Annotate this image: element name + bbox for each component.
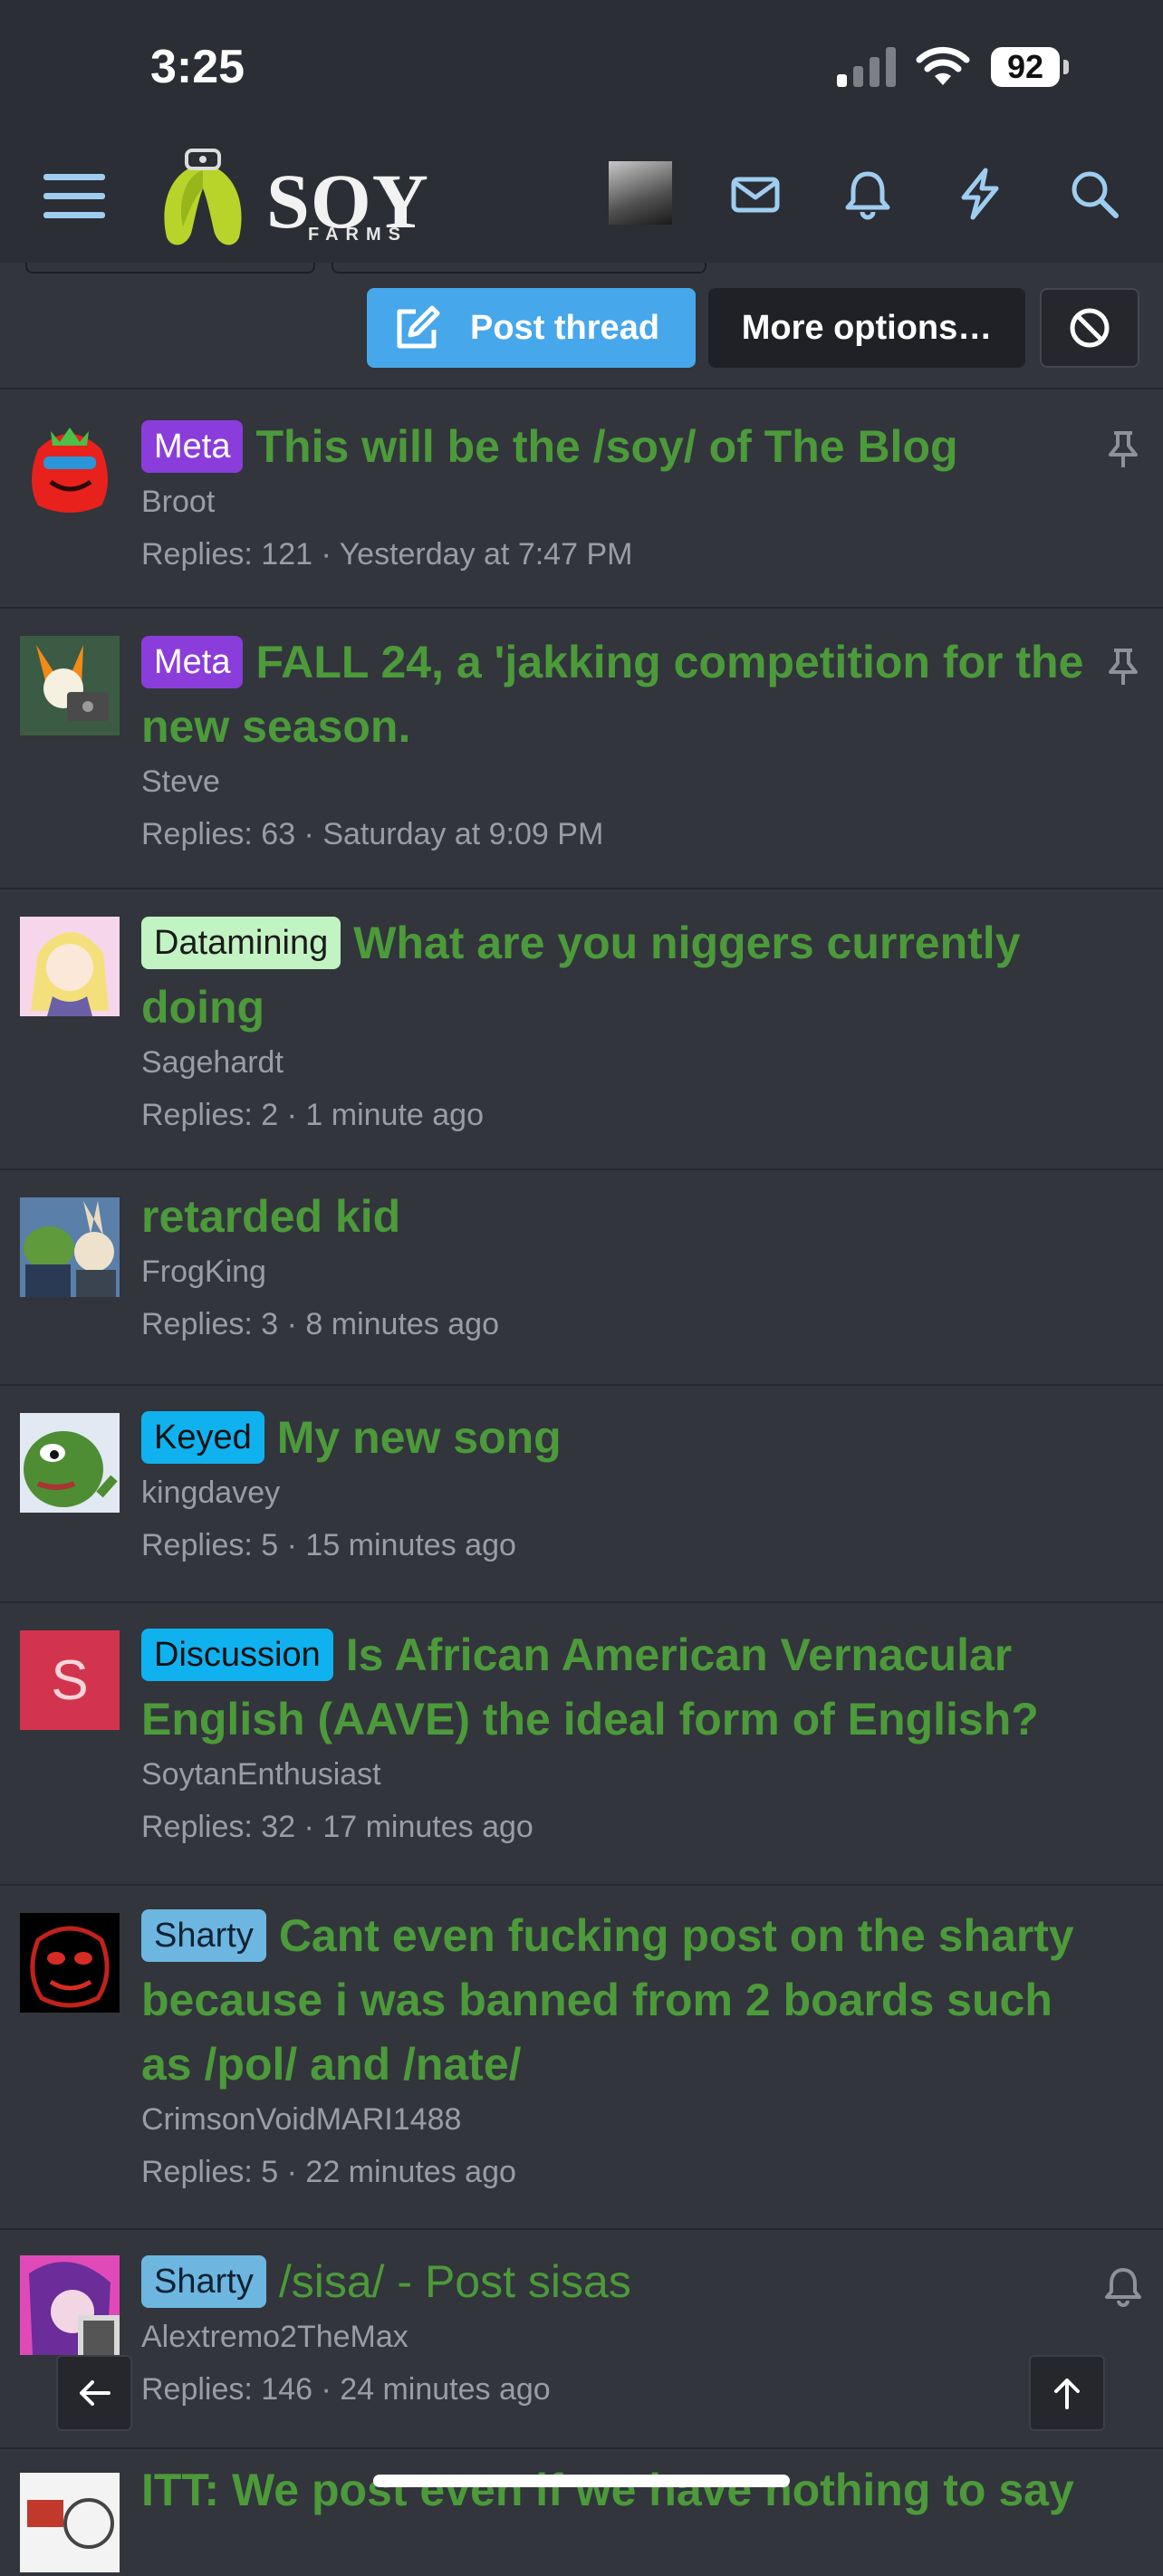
thread-meta: Replies: 5 · 15 minutes ago: [141, 1528, 516, 1562]
arrow-up-icon: [1054, 2379, 1080, 2409]
soy-bean-logo-icon: [164, 149, 242, 245]
thread-title-text[interactable]: This will be the /soy/ of The Blog: [255, 421, 957, 472]
thread-item[interactable]: Datamining What are you niggers currently…: [0, 889, 1163, 1170]
back-button[interactable]: [56, 2355, 132, 2431]
battery-indicator: 92: [991, 47, 1069, 87]
status-time: 3:25: [150, 41, 245, 93]
prefix-sharty[interactable]: Sharty: [141, 1909, 266, 1962]
hamburger-menu-icon[interactable]: [43, 168, 105, 223]
thread-author[interactable]: CrimsonVoidMARI1488: [141, 2097, 1109, 2142]
thread-author[interactable]: Steve: [141, 759, 1109, 804]
prefix-discussion[interactable]: Discussion: [141, 1629, 333, 1681]
thread-item[interactable]: Meta This will be the /soy/ of The Blog B…: [0, 391, 1163, 609]
sticky-pin-icon: [1109, 649, 1138, 685]
site-logo[interactable]: SOY FARMS: [149, 143, 428, 255]
thread-list: Meta This will be the /soy/ of The Blog B…: [0, 391, 1163, 2576]
cartoon-avatar-icon[interactable]: [20, 636, 120, 735]
thread-title-text[interactable]: Cant even fucking post on the sharty bec…: [141, 1910, 1074, 2090]
filter-button-edge[interactable]: [25, 263, 315, 274]
anime-purple-avatar-icon[interactable]: [20, 2255, 120, 2355]
more-options-button[interactable]: More options…: [708, 288, 1025, 368]
thread-title-text[interactable]: retarded kid: [141, 1191, 400, 1242]
thread-item[interactable]: retarded kid FrogKing Replies: 3 · 8 min…: [0, 1170, 1163, 1386]
scroll-top-button[interactable]: [1029, 2355, 1105, 2431]
thread-title[interactable]: Discussion Is African American Vernacular…: [141, 1623, 1109, 1752]
toolbar-divider: [0, 388, 1163, 389]
post-thread-button[interactable]: Post thread: [367, 288, 696, 368]
site-header: SOY FARMS: [0, 136, 1163, 263]
ignore-button[interactable]: [1040, 288, 1139, 368]
thread-item[interactable]: Keyed My new song kingdavey Replies: 5 · …: [0, 1386, 1163, 1603]
thread-meta: Replies: 63 · Saturday at 9:09 PM: [141, 817, 604, 851]
thread-item[interactable]: Meta FALL 24, a 'jakking competition for …: [0, 609, 1163, 889]
user-avatar[interactable]: [609, 161, 672, 225]
thread-item[interactable]: S Discussion Is African American Vernacul…: [0, 1603, 1163, 1886]
arrow-left-icon: [80, 2380, 111, 2406]
prefix-keyed[interactable]: Keyed: [141, 1411, 264, 1464]
more-options-label: More options…: [741, 308, 993, 347]
thread-title[interactable]: ITT: We post even if we have nothing to …: [141, 2458, 1109, 2523]
compose-pencil-icon: [397, 305, 440, 349]
thread-title[interactable]: Sharty/sisa/ - Post sisas: [141, 2250, 1109, 2314]
battery-nub: [1063, 60, 1069, 74]
letter-avatar[interactable]: S: [20, 1630, 120, 1730]
thread-title[interactable]: Meta FALL 24, a 'jakking competition for …: [141, 630, 1109, 759]
thread-author[interactable]: kingdavey: [141, 1470, 1109, 1515]
comic-avatar-icon[interactable]: [20, 2473, 120, 2572]
thread-list-toolbar: Post thread More options…: [0, 263, 1163, 389]
thread-meta: Replies: 5 · 22 minutes ago: [141, 2155, 516, 2189]
whats-new-bolt-icon[interactable]: [953, 167, 1007, 221]
thread-meta: Replies: 146 · 24 minutes ago: [141, 2372, 551, 2407]
thread-meta: Replies: 32 · 17 minutes ago: [141, 1810, 533, 1844]
wifi-icon: [916, 46, 970, 85]
dark-red-avatar-icon[interactable]: [20, 1913, 120, 2013]
thread-meta: Replies: 121 · Yesterday at 7:47 PM: [141, 537, 633, 572]
sticky-pin-icon: [1109, 431, 1138, 467]
watched-bell-icon: [1105, 2268, 1141, 2307]
thread-title[interactable]: Datamining What are you niggers currently…: [141, 911, 1109, 1040]
thread-title[interactable]: Keyed My new song: [141, 1406, 1109, 1470]
thread-item[interactable]: ITT: We post even if we have nothing to …: [0, 2449, 1163, 2576]
thread-author[interactable]: SoytanEnthusiast: [141, 1752, 1109, 1797]
block-icon: [1070, 308, 1110, 348]
thread-title-text[interactable]: My new song: [277, 1412, 562, 1463]
prefix-sharty[interactable]: Sharty: [141, 2255, 266, 2308]
prefix-meta[interactable]: Meta: [141, 636, 244, 688]
thread-title-text[interactable]: ITT: We post even if we have nothing to …: [141, 2465, 1074, 2515]
thread-title[interactable]: Meta This will be the /soy/ of The Blog: [141, 415, 1109, 479]
anime-girl-avatar-icon[interactable]: [20, 917, 120, 1016]
sort-button-edge[interactable]: [332, 263, 706, 274]
thread-author[interactable]: FrogKing: [141, 1249, 1109, 1294]
pepe-avatar-icon[interactable]: [20, 1413, 120, 1513]
status-bar: 3:25 92: [0, 0, 1163, 136]
battery-level: 92: [991, 47, 1060, 87]
post-thread-label: Post thread: [470, 308, 660, 347]
thread-title[interactable]: retarded kid: [141, 1185, 1109, 1249]
thread-title-text[interactable]: FALL 24, a 'jakking competition for the …: [141, 637, 1083, 752]
inbox-envelope-icon[interactable]: [728, 167, 783, 221]
thread-author[interactable]: Broot: [141, 479, 1109, 524]
thread-meta: Replies: 2 · 1 minute ago: [141, 1098, 484, 1132]
cellular-signal-icon: [837, 47, 896, 87]
red-frog-avatar-icon[interactable]: [20, 418, 120, 518]
thread-title[interactable]: Sharty Cant even fucking post on the shar…: [141, 1904, 1109, 2097]
prefix-datamining[interactable]: Datamining: [141, 917, 341, 969]
logo-subtitle: FARMS: [308, 225, 408, 245]
thread-meta: Replies: 3 · 8 minutes ago: [141, 1307, 499, 1341]
thread-item[interactable]: Sharty Cant even fucking post on the shar…: [0, 1886, 1163, 2230]
search-icon[interactable]: [1067, 167, 1121, 221]
prefix-meta[interactable]: Meta: [141, 420, 244, 473]
notifications-bell-icon[interactable]: [841, 167, 895, 221]
thread-title-text[interactable]: /sisa/ - Post sisas: [279, 2256, 631, 2307]
thread-author[interactable]: Sagehardt: [141, 1040, 1109, 1085]
frog-rabbit-avatar-icon[interactable]: [20, 1197, 120, 1297]
thread-author[interactable]: Alextremo2TheMax: [141, 2314, 1109, 2360]
home-indicator: [373, 2475, 790, 2487]
thread-item[interactable]: Sharty/sisa/ - Post sisas Alextremo2TheM…: [0, 2230, 1163, 2449]
